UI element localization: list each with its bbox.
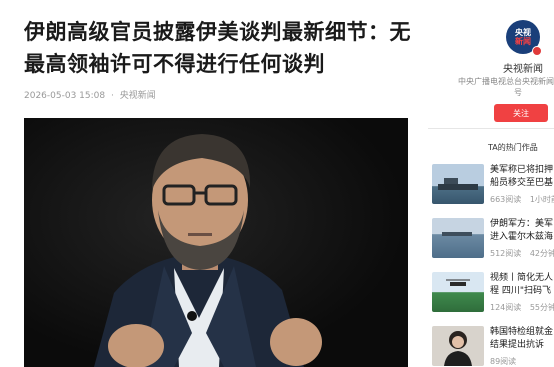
item-time: 55分钟: [529, 303, 554, 312]
hot-works-title: TA的热门作品: [488, 143, 538, 152]
item-views: 124阅读: [490, 303, 522, 312]
article: 伊朗高级官员披露伊美谈判最新细节：无最高领袖许可不得进行任何谈判 2026-05…: [0, 0, 420, 367]
ship-icon: [438, 178, 478, 190]
list-item[interactable]: 伊朗军方：美军 进入霍尔木兹海 512阅读 42分钟: [432, 218, 554, 262]
item-title-line1: 伊朗军方：美军: [490, 219, 554, 229]
item-views: 89阅读: [490, 357, 517, 366]
article-meta: 2026-05-03 15:08 · 央视新闻: [24, 88, 159, 101]
item-views: 512阅读: [490, 249, 522, 258]
logo-line2: 新闻: [515, 37, 531, 46]
item-title-line2: 结果提出抗诉: [490, 340, 545, 350]
verified-badge-icon: [532, 46, 542, 56]
list-item[interactable]: 韩国特检组就金 结果提出抗诉 89阅读: [432, 326, 554, 367]
item-thumbnail: [432, 326, 484, 366]
item-views: 663阅读: [490, 195, 522, 204]
item-title-line1: 视频丨简化无人: [490, 273, 554, 283]
channel-description: 中央广播电视总台央视新闻: [458, 77, 554, 86]
article-source[interactable]: 央视新闻: [120, 91, 156, 101]
hero-image[interactable]: [24, 118, 408, 367]
item-title-line2: 进入霍尔木兹海: [490, 232, 554, 242]
article-timestamp: 2026-05-03 15:08: [24, 91, 106, 101]
item-thumbnail: [432, 272, 484, 312]
meta-separator: ·: [110, 91, 114, 101]
item-title-line1: 韩国特检组就金: [490, 327, 554, 337]
item-title-line2: 程 四川"扫码飞: [490, 286, 552, 296]
item-title-line1: 美军称已将扣押: [490, 165, 554, 175]
list-item[interactable]: 美军称已将扣押 船员移交至巴基 663阅读 1小时前: [432, 164, 554, 208]
item-time: 1小时前: [529, 195, 554, 204]
logo-line1: 央视: [515, 28, 531, 37]
channel-name[interactable]: 央视新闻: [492, 60, 554, 75]
speaker-illustration: [94, 134, 322, 367]
sidebar: 央视 新闻 央视新闻 中央广播电视总台央视新闻 号 关注 TA的热门作品 美军称…: [428, 0, 554, 367]
list-item[interactable]: 视频丨简化无人 程 四川"扫码飞 124阅读 55分钟: [432, 272, 554, 316]
article-title: 伊朗高级官员披露伊美谈判最新细节：无最高领袖许可不得进行任何谈判: [24, 20, 411, 76]
item-time: 42分钟: [529, 249, 554, 258]
divider: [428, 128, 554, 129]
ship-icon: [442, 232, 472, 236]
follow-button[interactable]: 关注: [494, 104, 548, 122]
item-thumbnail: [432, 164, 484, 204]
item-title-line2: 船员移交至巴基: [490, 178, 554, 188]
channel-description-cont: 号: [514, 88, 522, 97]
item-thumbnail: [432, 218, 484, 258]
drone-icon: [446, 279, 470, 286]
person-icon: [444, 331, 472, 366]
